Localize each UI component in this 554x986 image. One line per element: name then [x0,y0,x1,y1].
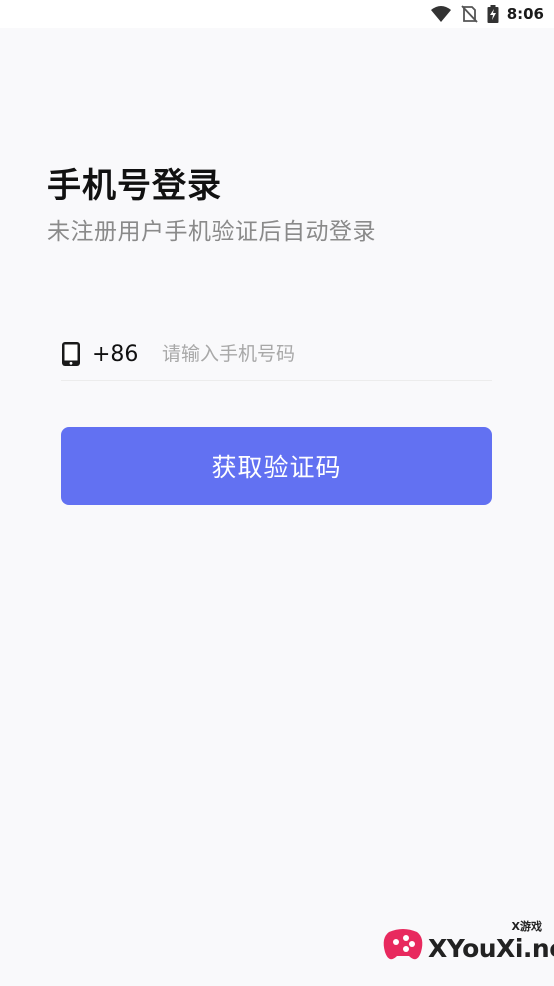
get-verification-code-button[interactable]: 获取验证码 [61,427,492,505]
phone-icon [61,341,83,367]
no-sim-icon [459,5,479,23]
status-time: 8:06 [506,5,544,23]
status-bar: 8:06 [0,0,554,28]
get-code-button-label: 获取验证码 [211,453,342,482]
gamepad-logo-icon [381,926,425,970]
page-title: 手机号登录 [47,166,222,206]
page-subtitle: 未注册用户手机验证后自动登录 [47,219,376,245]
watermark: X游戏 XYouXi.net [381,918,554,970]
status-icons: 8:06 [430,0,544,28]
wifi-icon [430,5,451,23]
watermark-site-text: XYouXi.net [428,934,554,963]
battery-charging-icon [487,5,499,23]
phone-input-row: +86 [61,328,492,381]
country-code[interactable]: +86 [92,342,162,367]
phone-input[interactable] [162,334,492,374]
watermark-small-text: X游戏 [511,920,542,933]
